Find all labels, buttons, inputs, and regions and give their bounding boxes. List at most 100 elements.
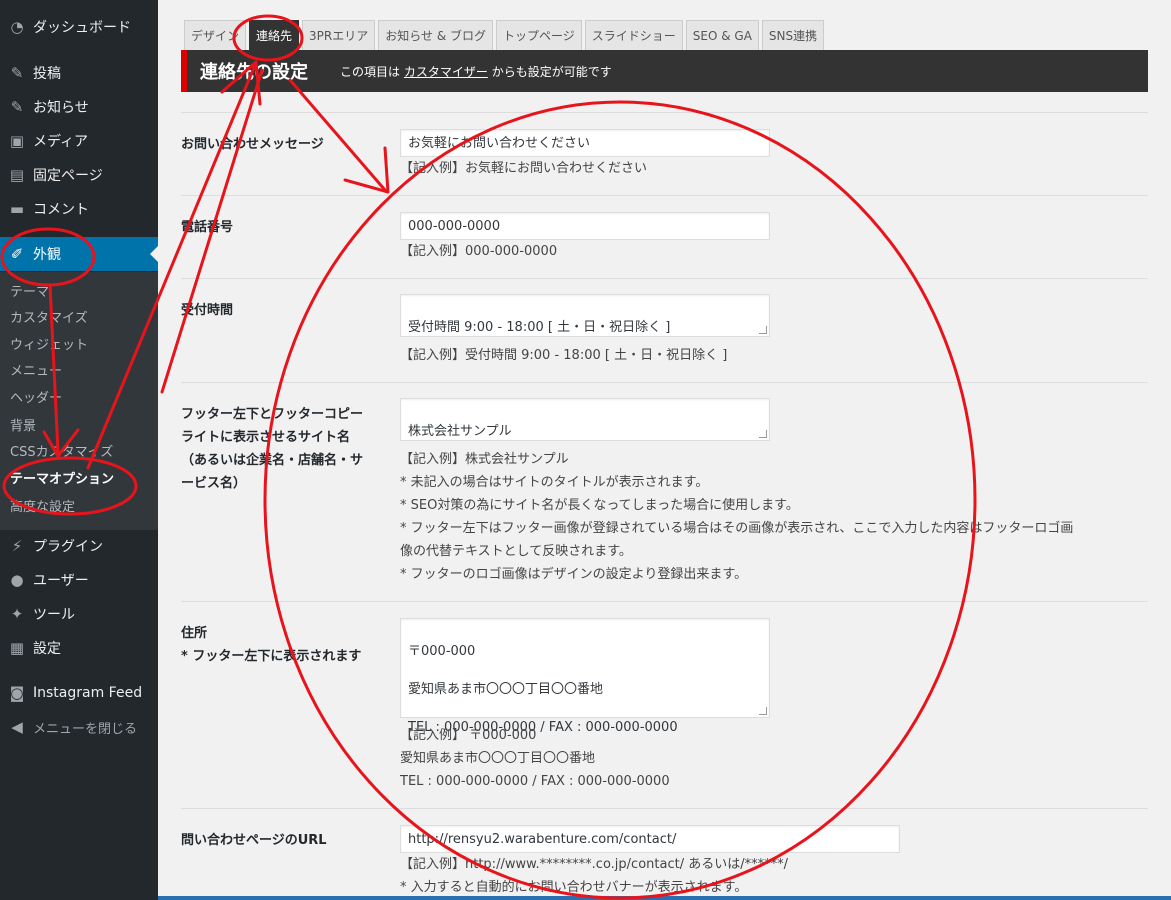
menu-tools[interactable]: ✦ ツール [0, 597, 158, 631]
plugin-icon: ⚡ [11, 537, 23, 555]
site-name-value: 株式会社サンプル [408, 424, 512, 439]
row-divider [181, 278, 1148, 279]
submenu-menus[interactable]: メニュー [10, 362, 62, 382]
wrench-icon: ✦ [10, 605, 24, 623]
message-label: お問い合わせメッセージ [181, 137, 324, 152]
dashboard-icon: ◔ [10, 18, 24, 36]
site-name-description: 【記入例】株式会社サンプル * 未記入の場合はサイトのタイトルが表示されます。 … [400, 448, 1073, 586]
site-name-textarea[interactable]: 株式会社サンプル [400, 398, 770, 441]
tab-seo-ga[interactable]: SEO & GA [685, 20, 759, 50]
hours-textarea[interactable]: 受付時間 9:00 - 18:00 [ 土・日・祝日除く ] [400, 294, 770, 337]
menu-appearance[interactable]: ✐ 外観 [0, 237, 158, 271]
message-input[interactable]: お気軽にお問い合わせください [400, 129, 770, 157]
menu-label: 投稿 [33, 66, 61, 82]
menu-label: ダッシュボード [33, 20, 131, 36]
row-divider [181, 601, 1148, 602]
settings-icon: ▦ [9, 639, 25, 657]
customizer-link[interactable]: カスタマイザー [404, 65, 488, 79]
menu-users[interactable]: ● ユーザー [0, 563, 158, 597]
menu-label: 設定 [33, 641, 61, 657]
menu-plugins[interactable]: ⚡ プラグイン [0, 529, 158, 563]
description-line: * SEO対策の為にサイト名が長くなってしまった場合に使用します。 [400, 498, 799, 513]
submenu-advanced-settings[interactable]: 高度な設定 [10, 498, 75, 518]
contact-url-label: 問い合わせページのURL [181, 833, 327, 848]
phone-example: 【記入例】000-000-0000 [400, 244, 558, 259]
contact-url-input[interactable]: http://rensyu2.warabenture.com/contact/ [400, 825, 900, 853]
options-tabs: デザイン 連絡先 3PRエリア お知らせ & ブログ トップページ スライドショ… [184, 20, 825, 50]
description-line: 【記入例】http://www.********.co.jp/contact/ … [400, 857, 788, 872]
accent-bar [181, 50, 187, 92]
submenu-theme-options[interactable]: テーマオプション [10, 470, 114, 490]
menu-label: 外観 [33, 247, 61, 263]
brush-icon: ✐ [10, 245, 24, 263]
collapse-icon: ◀ [11, 718, 23, 736]
submenu-css-customize[interactable]: CSSカスタマイズ [10, 443, 113, 463]
tab-news-blog[interactable]: お知らせ & ブログ [378, 20, 493, 50]
resize-grip-icon[interactable] [759, 326, 767, 334]
user-icon: ● [10, 571, 24, 589]
address-label: 住所 * フッター左下に表示されます [181, 622, 393, 668]
resize-grip-icon[interactable] [759, 707, 767, 715]
menu-dashboard[interactable]: ◔ ダッシュボード [0, 10, 158, 44]
label-line: （あるいは企業名・店舗名・サ [181, 453, 364, 468]
phone-input[interactable]: 000-000-0000 [400, 212, 770, 240]
menu-label: プラグイン [33, 539, 103, 555]
menu-news[interactable]: ✎ お知らせ [0, 90, 158, 124]
tab-contact[interactable]: 連絡先 [249, 20, 300, 50]
admin-sidebar: ◔ ダッシュボード ✎ 投稿 ✎ お知らせ ▣ メディア ▤ 固定ページ ▬ コ… [0, 0, 158, 900]
menu-settings[interactable]: ▦ 設定 [0, 631, 158, 665]
address-textarea[interactable]: 〒000-000 愛知県あま市〇〇〇丁目〇〇番地 TEL : 000-000-0… [400, 618, 770, 735]
hours-example: 【記入例】受付時間 9:00 - 18:00 [ 土・日・祝日除く ] [400, 348, 728, 363]
menu-label: メディア [33, 134, 89, 150]
tab-3pr-area[interactable]: 3PRエリア [302, 20, 376, 50]
description-line: * フッターのロゴ画像はデザインの設定より登録出来ます。 [400, 567, 748, 582]
note-prefix: この項目は [340, 64, 401, 79]
pin-icon: ✎ [10, 64, 24, 82]
label-line: 住所 [181, 626, 208, 641]
submenu-themes[interactable]: テーマ [10, 283, 49, 303]
description-line: * フッター左下はフッター画像が登録されている場合はその画像が表示され、ここで入… [400, 521, 1074, 536]
phone-label: 電話番号 [181, 220, 234, 235]
message-example: 【記入例】お気軽にお問い合わせください [400, 161, 648, 176]
menu-instagram-feed[interactable]: ◙ Instagram Feed [0, 676, 158, 710]
label-line: * フッター左下に表示されます [181, 649, 362, 664]
label-line: ービス名） [181, 476, 247, 491]
tab-slideshow[interactable]: スライドショー [584, 20, 683, 50]
page-icon: ▤ [9, 166, 25, 184]
submenu-customize[interactable]: カスタマイズ [10, 309, 88, 329]
pin-icon: ✎ [10, 98, 24, 116]
submenu-widgets[interactable]: ウィジェット [10, 336, 88, 356]
description-line: TEL : 000-000-0000 / FAX : 000-000-0000 [400, 774, 670, 789]
comment-icon: ▬ [9, 200, 25, 218]
section-note: この項目は カスタマイザー からも設定が可能です [340, 63, 612, 80]
tab-design[interactable]: デザイン [184, 20, 247, 50]
menu-label: ユーザー [33, 573, 89, 589]
submenu-background[interactable]: 背景 [10, 417, 36, 437]
address-value-line: 〒000-000 [408, 644, 476, 659]
tab-sns[interactable]: SNS連携 [761, 20, 825, 50]
taskbar-edge [158, 896, 1171, 900]
row-divider [181, 195, 1148, 196]
menu-label: お知らせ [33, 100, 89, 116]
description-line: 愛知県あま市〇〇〇丁目〇〇番地 [400, 751, 596, 766]
description-line: 【記入例】株式会社サンプル [400, 452, 569, 467]
resize-grip-icon[interactable] [759, 430, 767, 438]
menu-label: コメント [33, 202, 89, 218]
menu-label: 固定ページ [33, 168, 103, 184]
menu-label: ツール [33, 607, 75, 623]
row-divider [181, 382, 1148, 383]
label-line: フッター左下とフッターコピー [181, 407, 364, 422]
tab-top-page[interactable]: トップページ [496, 20, 582, 50]
address-value-line: 愛知県あま市〇〇〇丁目〇〇番地 [408, 682, 604, 697]
description-line: 像の代替テキストとして反映されます。 [400, 544, 632, 559]
menu-pages[interactable]: ▤ 固定ページ [0, 158, 158, 192]
submenu-header[interactable]: ヘッダー [10, 389, 62, 409]
menu-posts[interactable]: ✎ 投稿 [0, 56, 158, 90]
menu-media[interactable]: ▣ メディア [0, 124, 158, 158]
row-divider [181, 808, 1148, 809]
note-suffix: からも設定が可能です [491, 64, 612, 79]
description-line: * 未記入の場合はサイトのタイトルが表示されます。 [400, 475, 709, 490]
camera-icon: ◙ [9, 684, 25, 702]
menu-comments[interactable]: ▬ コメント [0, 192, 158, 226]
menu-collapse[interactable]: ◀ メニューを閉じる [0, 710, 158, 744]
